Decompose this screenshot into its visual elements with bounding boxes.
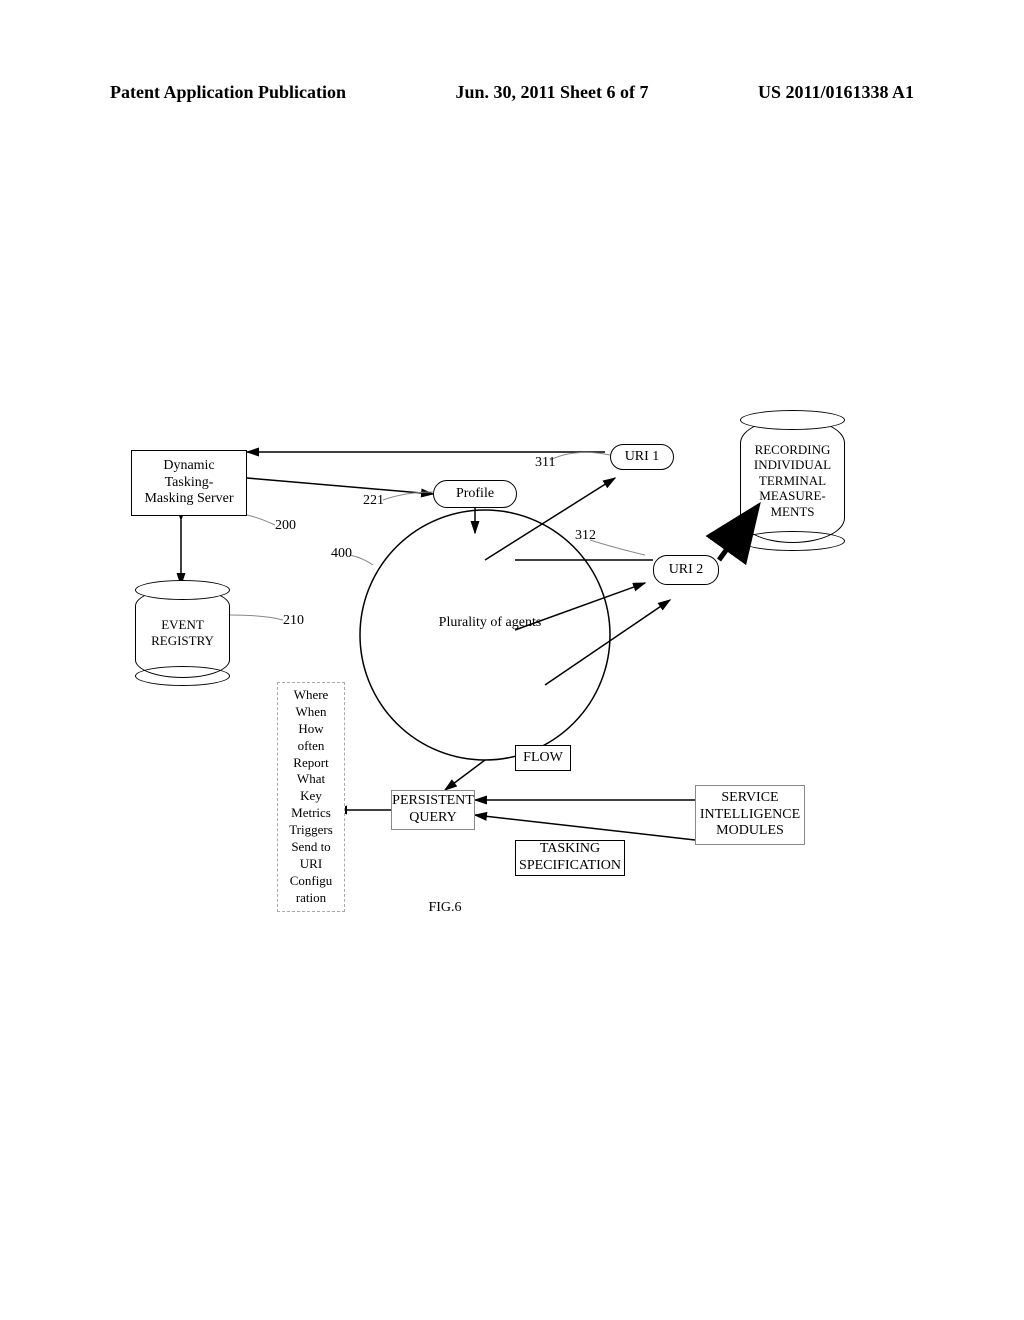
list-item: What — [286, 771, 336, 788]
list-item: Report — [286, 755, 336, 772]
persistent-query-label: PERSISTENT QUERY — [392, 793, 474, 827]
ref-400: 400 — [331, 546, 352, 563]
uri2-box: URI 2 — [653, 555, 719, 585]
figure-caption: FIG.6 — [415, 900, 475, 916]
list-item: Configu — [286, 873, 336, 890]
recording-label: RECORDING INDIVIDUAL TERMINAL MEASURE- M… — [754, 442, 831, 520]
flow-box: FLOW — [515, 745, 571, 771]
service-intel-box: SERVICE INTELLIGENCE MODULES — [695, 785, 805, 845]
list-item: Metrics — [286, 805, 336, 822]
list-item: often — [286, 738, 336, 755]
list-item: URI — [286, 856, 336, 873]
uri1-label: URI 1 — [625, 449, 660, 466]
list-item: Send to — [286, 839, 336, 856]
tasking-spec-box: TASKING SPECIFICATION — [515, 840, 625, 876]
list-item: How — [286, 721, 336, 738]
agents-label: Plurality of agents — [415, 615, 565, 632]
figure-6-diagram: RECORDING INDIVIDUAL TERMINAL MEASURE- M… — [115, 400, 915, 940]
flow-label: FLOW — [523, 750, 563, 767]
page-header: Patent Application Publication Jun. 30, … — [110, 82, 914, 103]
tasking-spec-label: TASKING SPECIFICATION — [519, 841, 621, 875]
header-right: US 2011/0161338 A1 — [758, 82, 914, 103]
list-item: When — [286, 704, 336, 721]
header-left: Patent Application Publication — [110, 82, 346, 103]
event-registry-db: EVENT REGISTRY — [135, 588, 230, 678]
profile-box: Profile — [433, 480, 517, 508]
ref-221: 221 — [363, 493, 384, 510]
ref-200: 200 — [275, 518, 296, 535]
attributes-list-box: Where When How often Report What Key Met… — [277, 682, 345, 912]
uri2-label: URI 2 — [669, 562, 704, 579]
server-label: Dynamic Tasking- Masking Server — [144, 458, 233, 508]
ref-311: 311 — [535, 455, 555, 472]
ref-312: 312 — [575, 528, 596, 545]
list-item: Key — [286, 788, 336, 805]
dynamic-tasking-server-box: Dynamic Tasking- Masking Server — [131, 450, 247, 516]
uri1-box: URI 1 — [610, 444, 674, 470]
service-intel-label: SERVICE INTELLIGENCE MODULES — [700, 790, 800, 840]
ref-210: 210 — [283, 613, 304, 630]
header-center: Jun. 30, 2011 Sheet 6 of 7 — [455, 82, 648, 103]
list-item: Triggers — [286, 822, 336, 839]
persistent-query-box: PERSISTENT QUERY — [391, 790, 475, 830]
profile-label: Profile — [456, 486, 494, 503]
list-item: Where — [286, 687, 336, 704]
list-item: ration — [286, 890, 336, 907]
recording-measurements-db: RECORDING INDIVIDUAL TERMINAL MEASURE- M… — [740, 418, 845, 543]
event-registry-label: EVENT REGISTRY — [151, 617, 214, 648]
